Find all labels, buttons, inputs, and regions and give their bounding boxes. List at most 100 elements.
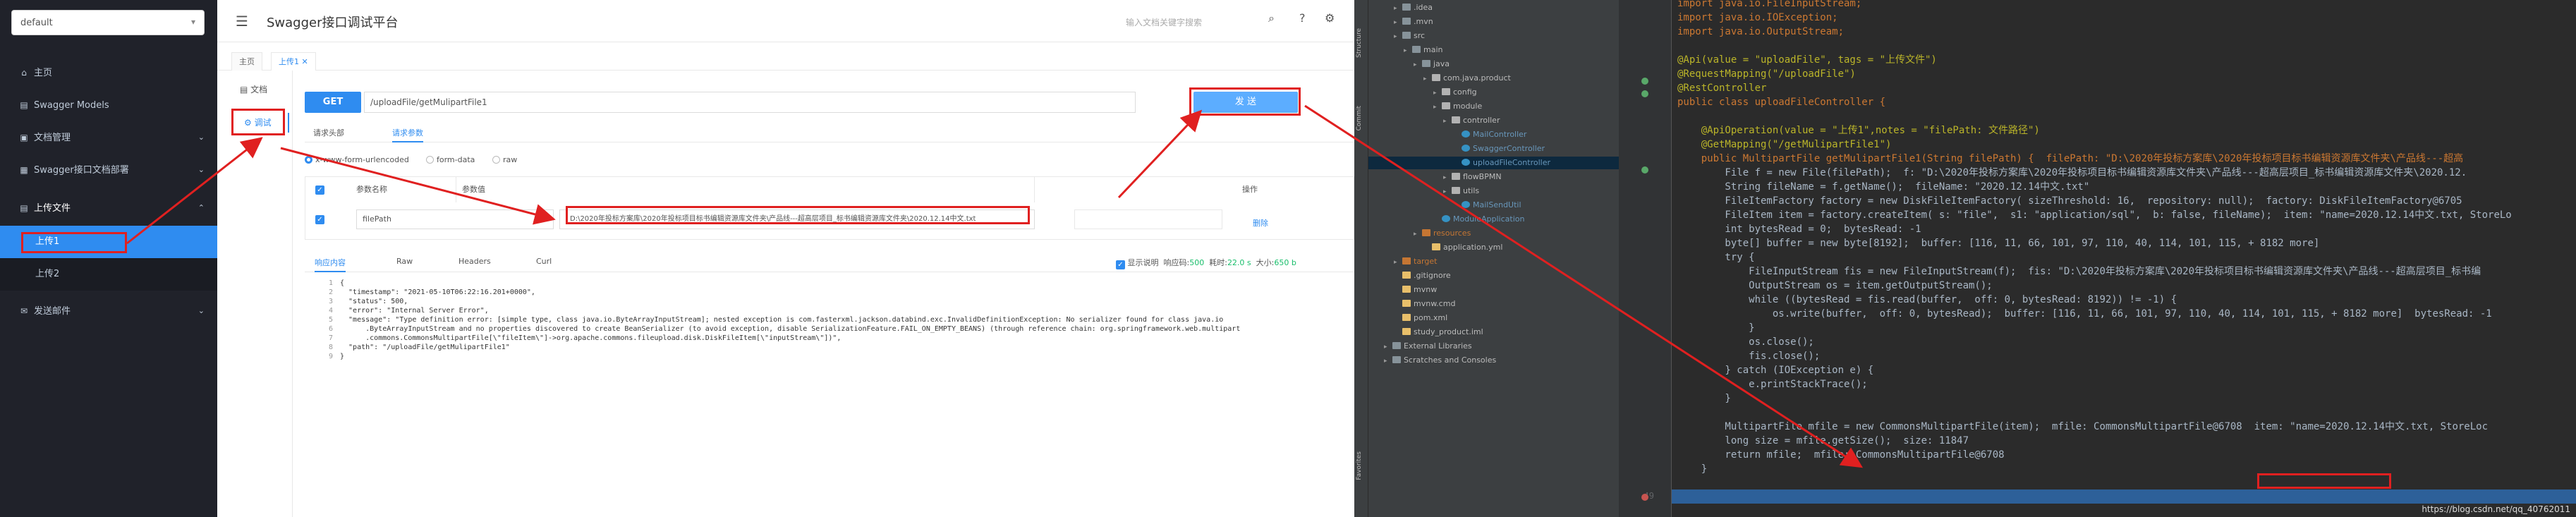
help-icon[interactable]: ? [1299, 11, 1306, 25]
response-line: } [340, 353, 345, 360]
sidebar-item-upload[interactable]: ▤ 上传文件 ⌃ [0, 192, 217, 224]
menu-icon[interactable]: ☰ [236, 13, 248, 30]
show-desc-checkbox[interactable]: ✓ [1116, 260, 1125, 269]
response-line-number: 2 [328, 288, 333, 296]
request-url-input[interactable]: /uploadFile/getMulipartFile1 [364, 92, 1136, 113]
doc-link[interactable]: ▤ 文档 [240, 83, 267, 95]
radio-dot [305, 156, 312, 164]
radio-label: raw [503, 155, 518, 164]
swagger-app: default ▾ ⌂ 主页 ▤ Swagger Models ▣ 文档管理 ⌄ ▦ S… [0, 0, 1354, 517]
tree-node[interactable]: ▸ main [1368, 44, 1619, 56]
settings-icon[interactable]: ⚙ [1325, 11, 1335, 25]
chevron-icon: ▸ [1414, 61, 1417, 68]
tree-node[interactable]: ▸ flowBPMN [1368, 171, 1619, 183]
sidebar-item-docs[interactable]: ▣ 文档管理 ⌄ [0, 121, 217, 154]
tree-node[interactable]: ▸ module [1368, 100, 1619, 113]
tab-response-raw[interactable]: Raw [396, 257, 413, 266]
favorites-tab[interactable]: Favorites [1356, 451, 1363, 480]
tab-response-curl[interactable]: Curl [536, 257, 552, 266]
tree-node[interactable]: ▸ .idea [1368, 1, 1619, 14]
code-line: while ((bytesRead = fis.read(buffer, off… [1677, 294, 2177, 305]
response-time: 22.0 s [1227, 258, 1251, 267]
tree-node-label: uploadFileController [1473, 158, 1550, 167]
tree-node[interactable]: ▸ java [1368, 58, 1619, 71]
tree-node[interactable]: mvnw.cmd [1368, 298, 1619, 310]
tree-node[interactable]: pom.xml [1368, 312, 1619, 324]
tree-node[interactable]: MailSendUtil [1368, 199, 1619, 212]
code-line: os.close(); [1677, 336, 1814, 348]
code-line: int bytesRead = 0; bytesRead: -1 [1677, 224, 1921, 235]
sidebar-item-mail[interactable]: ✉ 发送邮件 ⌄ [0, 295, 217, 327]
response-line-number: 1 [328, 279, 333, 287]
tree-node[interactable]: MailController [1368, 128, 1619, 141]
code-line: return mfile; mfile: CommonsMultipartFil… [1677, 449, 2005, 461]
tree-node[interactable]: study_product.iml [1368, 326, 1619, 339]
radio-raw[interactable]: raw [492, 155, 517, 164]
response-line: .ByteArrayInputStream and no properties … [340, 325, 1241, 333]
code-line: } [1677, 463, 1708, 475]
code-line: @RestController [1677, 83, 1767, 94]
tree-node[interactable]: .gitignore [1368, 269, 1619, 282]
response-line: "path": "/uploadFile/getMulipartFile1" [340, 343, 510, 351]
tree-node[interactable]: application.yml [1368, 241, 1619, 254]
tree-node[interactable]: ▸ External Libraries [1368, 340, 1619, 353]
sidebar-item-deploy[interactable]: ▦ Swagger接口文档部署 ⌄ [0, 154, 217, 186]
radio-urlencoded[interactable]: x-www-form-urlencoded [305, 155, 409, 164]
tab-request-params[interactable]: 请求参数 [392, 127, 423, 142]
response-line: "status": 500, [340, 298, 408, 305]
deploy-icon: ▦ [20, 165, 28, 175]
code-line: String fileName = f.getName(); fileName:… [1677, 181, 2090, 193]
tree-node-label: utils [1463, 186, 1480, 195]
watermark-text: https://blog.csdn.net/qq_40762011 [2422, 504, 2570, 514]
tab-request-headers[interactable]: 请求头部 [313, 127, 344, 138]
tree-node[interactable]: ▸ config [1368, 86, 1619, 99]
select-all-checkbox[interactable]: ✓ [315, 185, 324, 195]
tree-node[interactable]: ▸ com.java.product [1368, 72, 1619, 85]
tree-node[interactable]: uploadFileController [1368, 157, 1619, 169]
tree-node-label: SwaggerController [1473, 144, 1545, 153]
param-extra-input[interactable] [1074, 209, 1222, 229]
tab-home[interactable]: 主页 [231, 52, 262, 71]
group-select[interactable]: default ▾ [11, 10, 205, 35]
param-name-input[interactable]: filePath [356, 209, 554, 229]
tree-node[interactable]: ▸ target [1368, 255, 1619, 268]
response-size-label: 大小: [1256, 258, 1275, 267]
code-line: public MultipartFile getMulipartFile1(St… [1677, 153, 2464, 164]
code-editor[interactable]: https://blog.csdn.net/qq_40762011 import… [1672, 0, 2576, 517]
tree-node[interactable]: ▸ resources [1368, 227, 1619, 240]
line-gutter: 49 [1619, 0, 1672, 517]
sidebar-item-home[interactable]: ⌂ 主页 [0, 56, 217, 89]
tree-node[interactable]: mvnw [1368, 284, 1619, 296]
tree-node[interactable]: ▸ controller [1368, 114, 1619, 127]
column-header-value: 参数值 [456, 177, 1035, 202]
class-icon [1462, 201, 1470, 208]
search-icon[interactable]: ⌕ [1268, 11, 1275, 25]
tree-node[interactable]: ModuleApplication [1368, 213, 1619, 226]
folder-icon: ▣ [20, 133, 28, 142]
chevron-icon: ▸ [1394, 33, 1397, 40]
search-input[interactable]: 输入文档关键字搜索 [1120, 13, 1281, 31]
tab-upload1[interactable]: 上传1 ✕ [271, 52, 316, 71]
tree-node[interactable]: ▸ .mvn [1368, 16, 1619, 28]
sidebar-item-models[interactable]: ▤ Swagger Models [0, 89, 217, 121]
highlight-box-size [2257, 473, 2391, 489]
structure-tab[interactable]: Structure [1356, 28, 1363, 58]
radio-form-data[interactable]: form-data [426, 155, 475, 164]
tree-node[interactable]: ▸ src [1368, 30, 1619, 42]
chevron-icon: ▸ [1443, 174, 1447, 181]
tree-node-label: src [1414, 31, 1426, 40]
tab-response-content[interactable]: 响应内容 [315, 257, 346, 272]
row-checkbox[interactable]: ✓ [315, 215, 324, 224]
sidebar-subitem-upload2[interactable]: 上传2 [0, 258, 217, 291]
response-line-number: 8 [328, 343, 333, 351]
folder-icon [1392, 356, 1401, 363]
tree-node[interactable]: SwaggerController [1368, 142, 1619, 155]
delete-param-link[interactable]: 删除 [1253, 217, 1268, 229]
tree-node[interactable]: ▸ Scratches and Consoles [1368, 354, 1619, 367]
tree-node[interactable]: ▸ utils [1368, 185, 1619, 197]
sidebar-item-label: 文档管理 [34, 133, 71, 143]
tab-response-headers[interactable]: Headers [458, 257, 491, 266]
commit-tab[interactable]: Commit [1356, 106, 1363, 130]
folder-icon [1402, 257, 1411, 264]
breakpoint-icon[interactable] [1641, 494, 1648, 501]
